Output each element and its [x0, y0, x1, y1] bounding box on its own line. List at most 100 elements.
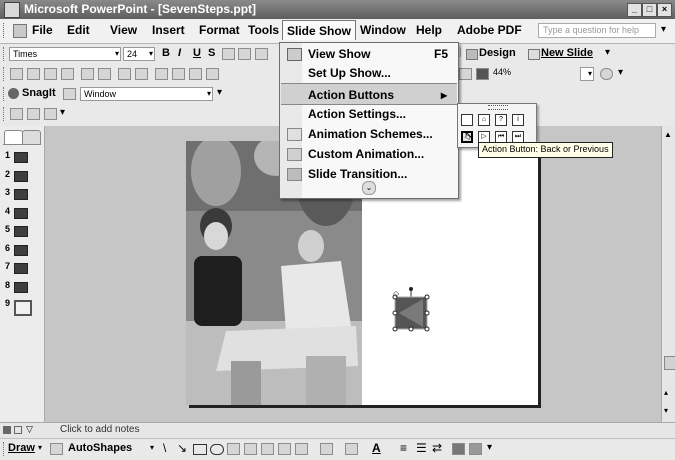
save-icon[interactable] [44, 68, 57, 80]
toolbar-options-icon[interactable]: ▾ [605, 47, 610, 58]
rectangle-icon[interactable] [193, 444, 207, 455]
toolbar-grip[interactable] [3, 107, 7, 121]
slideshow-view-icon[interactable]: ▽ [26, 424, 33, 435]
help-icon[interactable] [600, 68, 613, 80]
menu-item-custom-animation[interactable]: Custom Animation... [280, 143, 458, 165]
slide-thumbnail[interactable] [14, 281, 28, 293]
document-icon[interactable] [13, 24, 27, 38]
select-objects-icon[interactable] [50, 443, 63, 455]
align-center-icon[interactable] [238, 48, 251, 60]
scroll-up-icon[interactable]: ▲ [664, 130, 672, 139]
line-color-icon[interactable] [345, 443, 358, 455]
zoom-select[interactable]: ▾ [580, 67, 594, 81]
snagit-settings-icon[interactable] [63, 88, 76, 100]
print-preview-icon[interactable] [98, 68, 111, 80]
menu-window[interactable]: Window [360, 23, 406, 37]
expand-all-icon[interactable] [27, 108, 40, 120]
permission-icon[interactable] [61, 68, 74, 80]
toolbar-grip[interactable] [3, 67, 7, 81]
slide-thumbnail[interactable] [14, 152, 28, 163]
align-left-icon[interactable] [222, 48, 235, 60]
menu-help[interactable]: Help [416, 23, 442, 37]
clipart-icon[interactable] [278, 443, 291, 455]
toolbar-grip[interactable] [3, 442, 7, 456]
dash-style-icon[interactable]: ☰ [416, 441, 427, 455]
arrow-icon[interactable]: ↘ [177, 441, 187, 455]
copy-icon[interactable] [172, 68, 185, 80]
close-icon[interactable]: × [657, 3, 672, 17]
open-folder-icon[interactable] [27, 68, 40, 80]
menu-insert[interactable]: Insert [152, 23, 185, 37]
notes-placeholder[interactable]: Click to add notes [60, 424, 140, 435]
toolbar-options-icon[interactable]: ▾ [217, 87, 222, 98]
toolbar-grip[interactable] [3, 87, 7, 101]
spelling-icon[interactable] [118, 68, 131, 80]
vertical-scrollbar[interactable]: ▲ ▴ ▾ [661, 126, 675, 422]
slide-sorter-view-icon[interactable] [14, 426, 22, 434]
menu-item-action-buttons[interactable]: Action Buttons ▸ [281, 83, 457, 105]
slide-thumbnail[interactable] [14, 263, 28, 274]
print-icon[interactable] [81, 68, 94, 80]
menu-view[interactable]: View [110, 23, 137, 37]
font-select[interactable]: Times ▾ [9, 47, 121, 61]
maximize-icon[interactable]: □ [642, 3, 657, 17]
palette-grip[interactable] [488, 105, 508, 110]
snagit-mode-select[interactable]: Window ▾ [80, 87, 213, 101]
cut-icon[interactable] [155, 68, 168, 80]
action-home-icon[interactable]: ⌂ [478, 114, 490, 126]
textbox-icon[interactable] [227, 443, 240, 455]
autoshapes-menu-button[interactable]: AutoShapes [68, 442, 132, 454]
line-style-icon[interactable]: ≡ [400, 441, 407, 455]
normal-view-icon[interactable] [3, 426, 11, 434]
underline-button[interactable]: U [193, 47, 201, 59]
show-grid-icon[interactable] [459, 68, 472, 80]
slide-thumbnail[interactable] [14, 300, 32, 316]
picture-icon[interactable] [295, 443, 308, 455]
toolbar-grip[interactable] [3, 47, 7, 61]
toolbar-options-icon[interactable]: ▾ [487, 442, 492, 453]
new-slide-button[interactable]: New Slide [541, 47, 593, 59]
toolbar-options-icon[interactable]: ▾ [618, 67, 623, 78]
adjust-handle-icon[interactable]: ◇ [393, 289, 399, 298]
design-button[interactable]: Design [479, 47, 516, 59]
arrow-style-icon[interactable]: ⇄ [432, 441, 442, 455]
toolbar-options-icon[interactable]: ▾ [60, 107, 65, 118]
wordart-icon[interactable] [244, 443, 257, 455]
menu-item-animation-schemes[interactable]: Animation Schemes... [280, 123, 458, 145]
menu-adobe-pdf[interactable]: Adobe PDF [457, 23, 522, 37]
color-grayscale-icon[interactable] [476, 68, 489, 80]
shadow-style-icon[interactable] [452, 443, 465, 455]
slide-thumbnail[interactable] [14, 207, 28, 219]
expand-menu-icon[interactable]: ⌄ [362, 181, 376, 195]
menu-grip[interactable] [3, 23, 7, 38]
menu-format[interactable]: Format [199, 23, 240, 37]
bold-button[interactable]: B [162, 47, 170, 59]
menu-edit[interactable]: Edit [67, 23, 90, 37]
slide-thumbnail[interactable] [14, 170, 28, 182]
outline-tab[interactable] [4, 130, 23, 145]
menu-tools[interactable]: Tools [248, 23, 279, 37]
snagit-capture-button[interactable]: SnagIt [22, 87, 56, 99]
next-slide-icon[interactable]: ▾ [664, 406, 668, 415]
research-icon[interactable] [135, 68, 148, 80]
scroll-thumb[interactable] [664, 356, 675, 370]
align-right-icon[interactable] [255, 48, 268, 60]
italic-button[interactable]: I [178, 47, 181, 59]
outline-icon[interactable] [10, 108, 23, 120]
draw-menu-button[interactable]: Draw [8, 442, 35, 454]
action-custom-icon[interactable] [461, 114, 473, 126]
oval-icon[interactable] [210, 444, 224, 455]
previous-slide-icon[interactable]: ▴ [664, 388, 668, 397]
menu-item-set-up-show[interactable]: Set Up Show... [280, 62, 458, 84]
format-painter-icon[interactable] [206, 68, 219, 80]
slides-tab[interactable] [22, 130, 41, 145]
action-help-icon[interactable]: ? [495, 114, 507, 126]
menu-slide-show[interactable]: Slide Show [282, 20, 357, 40]
diagram-icon[interactable] [261, 443, 274, 455]
paste-icon[interactable] [189, 68, 202, 80]
fill-color-icon[interactable] [320, 443, 333, 455]
shadow-button[interactable]: S [208, 47, 215, 59]
summary-slide-icon[interactable] [44, 108, 57, 120]
slide-thumbnail[interactable] [14, 226, 28, 237]
menu-item-action-settings[interactable]: Action Settings... [280, 103, 458, 125]
